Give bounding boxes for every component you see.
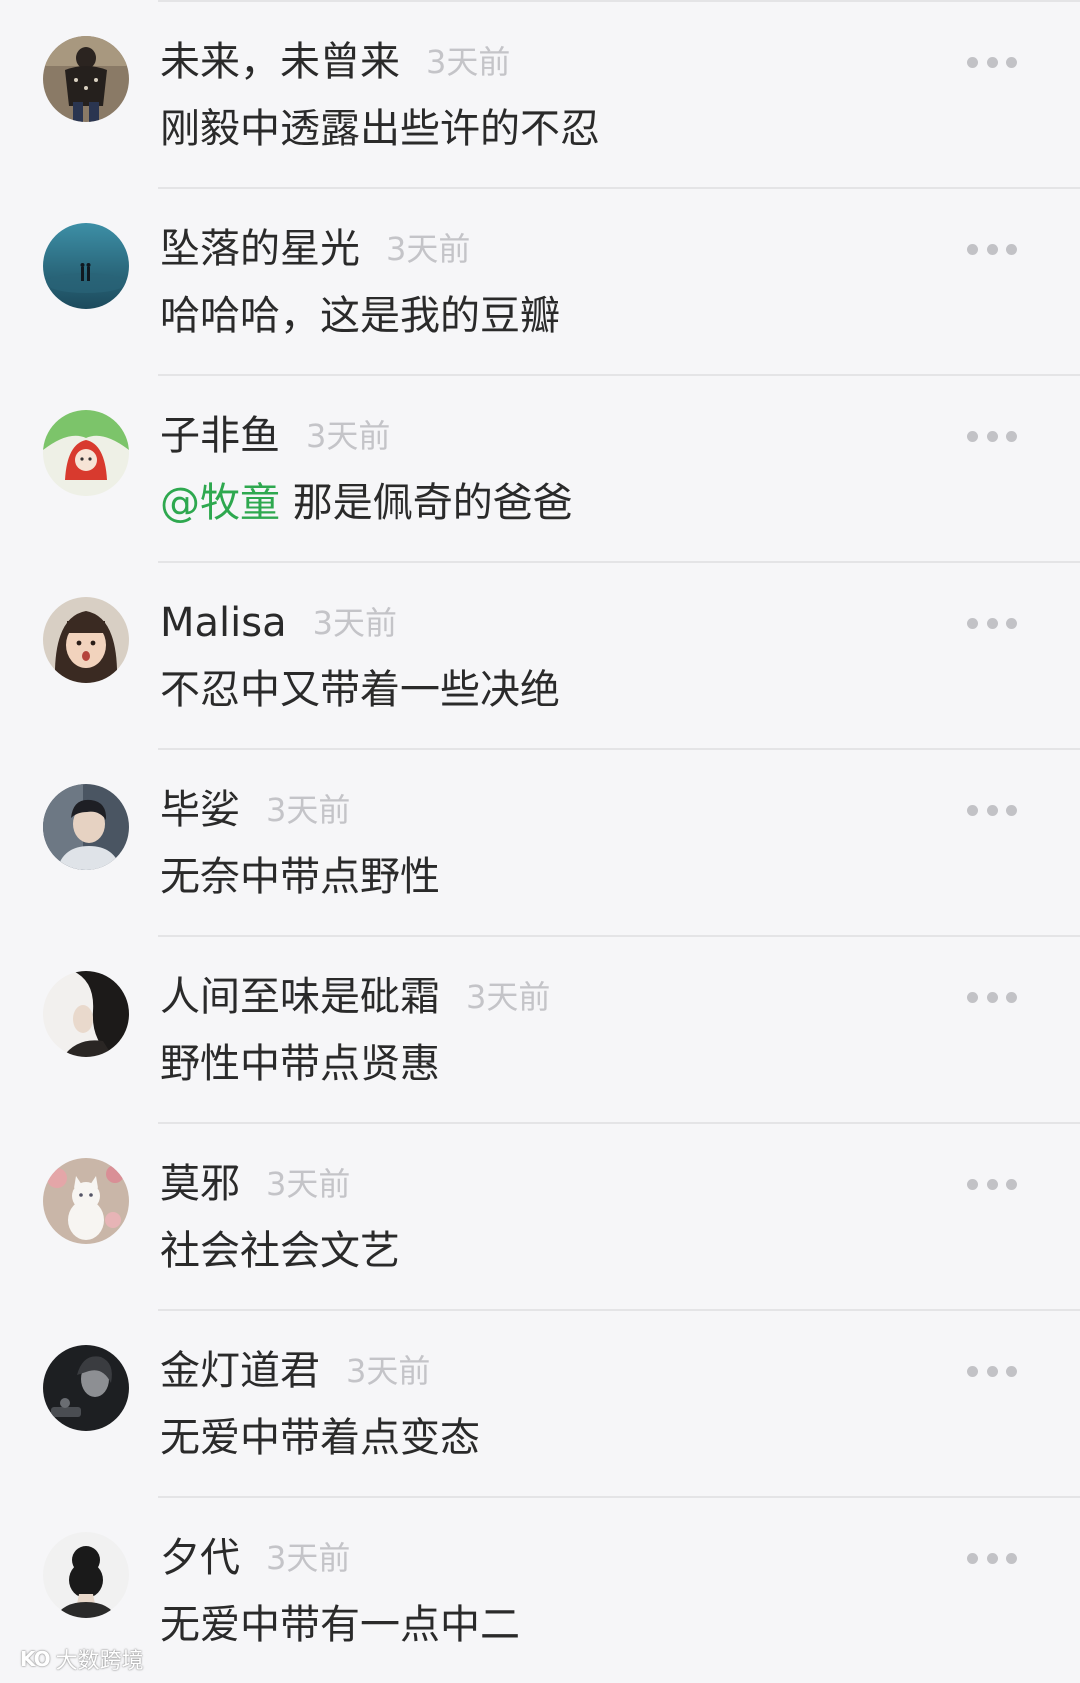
comment-body: 那是佩奇的爸爸 <box>280 480 573 526</box>
row-divider <box>158 561 1080 563</box>
more-options-icon[interactable] <box>967 55 1017 69</box>
comment-time: 3天前 <box>466 978 551 1016</box>
comment-time: 3天前 <box>266 1539 351 1577</box>
comment-time: 3天前 <box>306 417 391 455</box>
comment-row: 坠落的星光 3天前 哈哈哈，这是我的豆瓣 <box>0 187 1080 374</box>
comment-row: 金灯道君 3天前 无爱中带着点变态 <box>0 1309 1080 1496</box>
row-divider <box>158 748 1080 750</box>
comment-author[interactable]: 子非鱼 3天前 <box>160 410 390 462</box>
comment-text: 无奈中带点野性 <box>160 854 440 900</box>
comment-text: 无爱中带着点变态 <box>160 1415 480 1461</box>
more-options-icon[interactable] <box>967 242 1017 256</box>
comment-author[interactable]: 夕代 3天前 <box>160 1532 350 1584</box>
row-divider <box>158 935 1080 937</box>
author-name[interactable]: 毕娑 <box>160 787 240 833</box>
comment-text: 无爱中带有一点中二 <box>160 1602 520 1648</box>
avatar-red-hood-drawing[interactable] <box>43 410 129 496</box>
comment-author[interactable]: 毕娑 3天前 <box>160 784 350 836</box>
comment-author[interactable]: 未来，未曾来 3天前 <box>160 36 510 88</box>
comment-time: 3天前 <box>266 791 351 829</box>
comment-row: 毕娑 3天前 无奈中带点野性 <box>0 748 1080 935</box>
author-name[interactable]: 金灯道君 <box>160 1348 320 1394</box>
avatar-person-standing[interactable] <box>43 36 129 122</box>
avatar-white-cat[interactable] <box>43 1158 129 1244</box>
comment-text: @牧童 那是佩奇的爸爸 <box>160 474 573 532</box>
comment-text: 野性中带点贤惠 <box>160 1041 440 1087</box>
author-name[interactable]: 子非鱼 <box>160 413 280 459</box>
comment-time: 3天前 <box>426 43 511 81</box>
comment-time: 3天前 <box>266 1165 351 1203</box>
more-options-icon[interactable] <box>967 1364 1017 1378</box>
comment-row: 莫邪 3天前 社会社会文艺 <box>0 1122 1080 1309</box>
watermark-text: 大数跨境 <box>55 1649 144 1674</box>
avatar-bun-hair[interactable] <box>43 1532 129 1618</box>
comment-author[interactable]: Malisa 3天前 <box>160 597 397 649</box>
comment-row: Malisa 3天前 不忍中又带着一些决绝 <box>0 561 1080 748</box>
author-name[interactable]: 莫邪 <box>160 1161 240 1207</box>
more-options-icon[interactable] <box>967 616 1017 630</box>
comment-text: 社会社会文艺 <box>160 1228 400 1274</box>
comment-author[interactable]: 莫邪 3天前 <box>160 1158 350 1210</box>
row-divider <box>158 374 1080 376</box>
more-options-icon[interactable] <box>967 429 1017 443</box>
comment-author[interactable]: 坠落的星光 3天前 <box>160 223 470 275</box>
more-options-icon[interactable] <box>967 1551 1017 1565</box>
row-divider <box>158 187 1080 189</box>
author-name[interactable]: 人间至味是砒霜 <box>160 974 440 1020</box>
comment-feed: 未来，未曾来 3天前 刚毅中透露出些许的不忍 坠落的星光 3天前 哈哈哈，这是我… <box>0 0 1080 1680</box>
author-name[interactable]: 夕代 <box>160 1535 240 1581</box>
watermark-logo: KO <box>20 1647 51 1671</box>
comment-row: 夕代 3天前 无爱中带有一点中二 <box>0 1496 1080 1683</box>
comment-time: 3天前 <box>386 230 471 268</box>
comment-text: 哈哈哈，这是我的豆瓣 <box>160 293 560 339</box>
watermark: KO 大数跨境 <box>20 1644 144 1674</box>
author-name[interactable]: 未来，未曾来 <box>160 39 400 85</box>
mention-link[interactable]: @牧童 <box>160 480 280 526</box>
row-divider <box>158 1122 1080 1124</box>
comment-author[interactable]: 人间至味是砒霜 3天前 <box>160 971 550 1023</box>
comment-text: 刚毅中透露出些许的不忍 <box>160 106 600 152</box>
more-options-icon[interactable] <box>967 990 1017 1004</box>
row-divider <box>158 1496 1080 1498</box>
comment-text: 不忍中又带着一些决绝 <box>160 667 560 713</box>
avatar-couple-at-sea[interactable] <box>43 223 129 309</box>
comment-author[interactable]: 金灯道君 3天前 <box>160 1345 430 1397</box>
comment-row: 子非鱼 3天前 @牧童 那是佩奇的爸爸 <box>0 374 1080 561</box>
comment-time: 3天前 <box>346 1352 431 1390</box>
more-options-icon[interactable] <box>967 803 1017 817</box>
avatar-dark-portrait[interactable] <box>43 1345 129 1431</box>
avatar-woman-hair[interactable] <box>43 971 129 1057</box>
avatar-man-portrait[interactable] <box>43 784 129 870</box>
avatar-child-face[interactable] <box>43 597 129 683</box>
comment-row: 未来，未曾来 3天前 刚毅中透露出些许的不忍 <box>0 0 1080 187</box>
author-name[interactable]: Malisa <box>160 600 287 646</box>
comment-time: 3天前 <box>312 604 397 642</box>
more-options-icon[interactable] <box>967 1177 1017 1191</box>
row-divider <box>158 0 1080 2</box>
author-name[interactable]: 坠落的星光 <box>160 226 360 272</box>
comment-row: 人间至味是砒霜 3天前 野性中带点贤惠 <box>0 935 1080 1122</box>
row-divider <box>158 1309 1080 1311</box>
